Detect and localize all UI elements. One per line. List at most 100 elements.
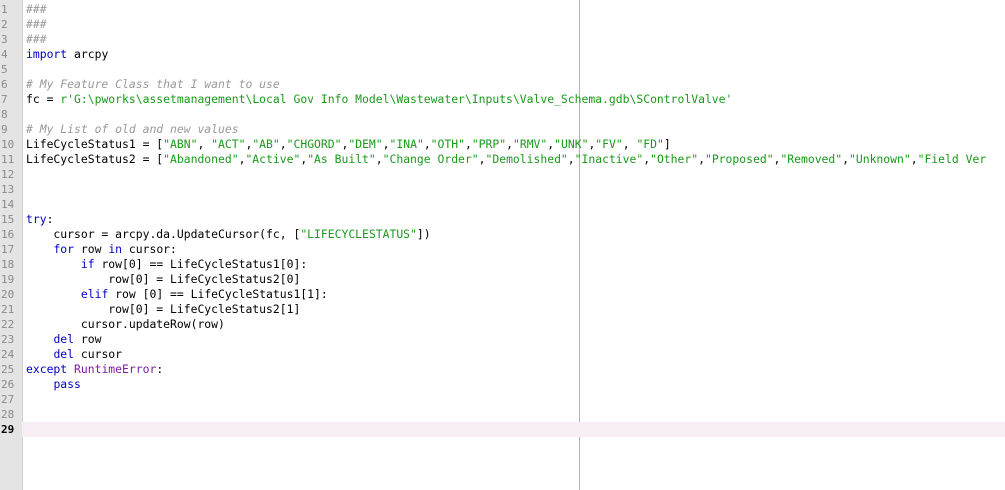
line-number: 23	[0, 332, 22, 347]
code-text: del cursor	[26, 347, 122, 362]
token-str: "OTH"	[430, 137, 465, 151]
code-line[interactable]: 16 cursor = arcpy.da.UpdateCursor(fc, ["…	[0, 227, 1005, 242]
token: ,	[423, 137, 431, 151]
token-cm: ###	[26, 32, 47, 46]
code-line[interactable]: 26 pass	[0, 377, 1005, 392]
line-number: 7	[0, 92, 22, 107]
code-line[interactable]: 7 fc = r'G:\pworks\assetmanagement\Local …	[0, 92, 1005, 107]
line-number: 18	[0, 257, 22, 272]
token-kw: if	[80, 257, 95, 271]
token-cm: ###	[26, 17, 47, 31]
code-line[interactable]: 8	[0, 107, 1005, 122]
token-str: r'G:\pworks\assetmanagement\Local Gov In…	[60, 92, 733, 106]
token-str: "Removed"	[780, 152, 843, 166]
code-text: row[0] = LifeCycleStatus2[0]	[26, 272, 300, 287]
token-kw: for	[53, 242, 75, 256]
code-line[interactable]: 25 except RuntimeError:	[0, 362, 1005, 377]
code-editor[interactable]: 1 ### 2 ### 3 ### 4 import arcpy 5 6 # My Feature …	[0, 0, 1005, 490]
code-line[interactable]: 2 ###	[0, 17, 1005, 32]
token-cm: # My List of old and new values	[26, 122, 239, 136]
code-line[interactable]: 28	[0, 407, 1005, 422]
token-kw2: RuntimeError	[74, 362, 157, 376]
token-str: "Field Ver	[917, 152, 987, 166]
code-text: LifeCycleStatus2 = ["Abandoned", "Active"…	[26, 152, 986, 167]
line-number: 22	[0, 317, 22, 332]
code-text: # My List of old and new values	[26, 122, 239, 137]
line-number: 16	[0, 227, 22, 242]
token-str: "Inactive"	[574, 152, 644, 166]
code-line[interactable]: 6 # My Feature Class that I want to use	[0, 77, 1005, 92]
line-number: 19	[0, 272, 22, 287]
token-str: "Other"	[650, 152, 699, 166]
token-str: "CHGORD"	[286, 137, 342, 151]
code-text: ###	[26, 2, 47, 17]
line-number: 14	[0, 197, 22, 212]
code-line[interactable]: 13	[0, 182, 1005, 197]
code-line[interactable]: 4 import arcpy	[0, 47, 1005, 62]
code-text: del row	[26, 332, 101, 347]
code-text: if row[0] == LifeCycleStatus1[0]:	[26, 257, 307, 272]
code-line[interactable]: 12	[0, 167, 1005, 182]
token: cursor = arcpy.da.UpdateCursor(fc, [	[26, 227, 301, 241]
token: ,	[279, 137, 287, 151]
code-line[interactable]: 18 if row[0] == LifeCycleStatus1[0]:	[0, 257, 1005, 272]
code-text-area[interactable]: 1 ### 2 ### 3 ### 4 import arcpy 5 6 # My Feature …	[0, 2, 1005, 437]
code-line[interactable]: 23 del row	[0, 332, 1005, 347]
token: ,	[842, 152, 849, 166]
token-str: "UNK"	[554, 137, 589, 151]
code-line[interactable]: 17 for row in cursor:	[0, 242, 1005, 257]
token-str: "Change Order"	[382, 152, 479, 166]
token: ]	[663, 137, 671, 151]
token: LifeCycleStatus1 = [	[26, 137, 164, 151]
token: cursor	[74, 347, 123, 361]
token: ,	[478, 152, 486, 166]
line-number: 21	[0, 302, 22, 317]
token-str: "FV"	[595, 137, 623, 151]
line-number: 12	[0, 167, 22, 182]
token: ,	[567, 152, 575, 166]
token-str: "Abandoned"	[163, 152, 239, 166]
code-line[interactable]: 27	[0, 392, 1005, 407]
token-kw: del	[53, 347, 75, 361]
line-number: 17	[0, 242, 22, 257]
token-kw: except	[26, 362, 68, 376]
code-text: ###	[26, 17, 47, 32]
token: ])	[416, 227, 431, 241]
token-str: "Proposed"	[704, 152, 774, 166]
token: row[0] == LifeCycleStatus1[0]:	[94, 257, 308, 271]
code-line[interactable]: 3 ###	[0, 32, 1005, 47]
token: ,	[698, 152, 705, 166]
line-number: 2	[0, 17, 22, 32]
code-line[interactable]: 11 LifeCycleStatus2 = ["Abandoned", "Activ…	[0, 152, 1005, 167]
line-number: 20	[0, 287, 22, 302]
line-number: 1	[0, 2, 22, 17]
code-line[interactable]: 5	[0, 62, 1005, 77]
token: row	[74, 242, 109, 256]
token: fc =	[26, 92, 61, 106]
code-line[interactable]: 19 row[0] = LifeCycleStatus2[0]	[0, 272, 1005, 287]
code-text: except RuntimeError:	[26, 362, 163, 377]
code-text: for row in cursor:	[26, 242, 176, 257]
line-number: 4	[0, 47, 22, 62]
code-line[interactable]: 15 try:	[0, 212, 1005, 227]
line-number: 5	[0, 62, 22, 77]
code-line[interactable]: 14	[0, 197, 1005, 212]
code-text: fc = r'G:\pworks\assetmanagement\Local G…	[26, 92, 732, 107]
code-line[interactable]: 29	[0, 422, 1005, 437]
code-line[interactable]: 21 row[0] = LifeCycleStatus2[1]	[0, 302, 1005, 317]
token: ,	[622, 137, 637, 151]
code-text: cursor.updateRow(row)	[26, 317, 225, 332]
code-line[interactable]: 10 LifeCycleStatus1 = ["ABN", "ACT","AB",…	[0, 137, 1005, 152]
code-line[interactable]: 20 elif row [0] == LifeCycleStatus1[1]:	[0, 287, 1005, 302]
line-number: 11	[0, 152, 22, 167]
code-line[interactable]: 22 cursor.updateRow(row)	[0, 317, 1005, 332]
token-kw: in	[108, 242, 123, 256]
token-cm: ###	[26, 2, 47, 16]
code-line[interactable]: 1 ###	[0, 2, 1005, 17]
code-line[interactable]: 24 del cursor	[0, 347, 1005, 362]
token: cursor.updateRow(row)	[26, 317, 225, 331]
code-line[interactable]: 9 # My List of old and new values	[0, 122, 1005, 137]
